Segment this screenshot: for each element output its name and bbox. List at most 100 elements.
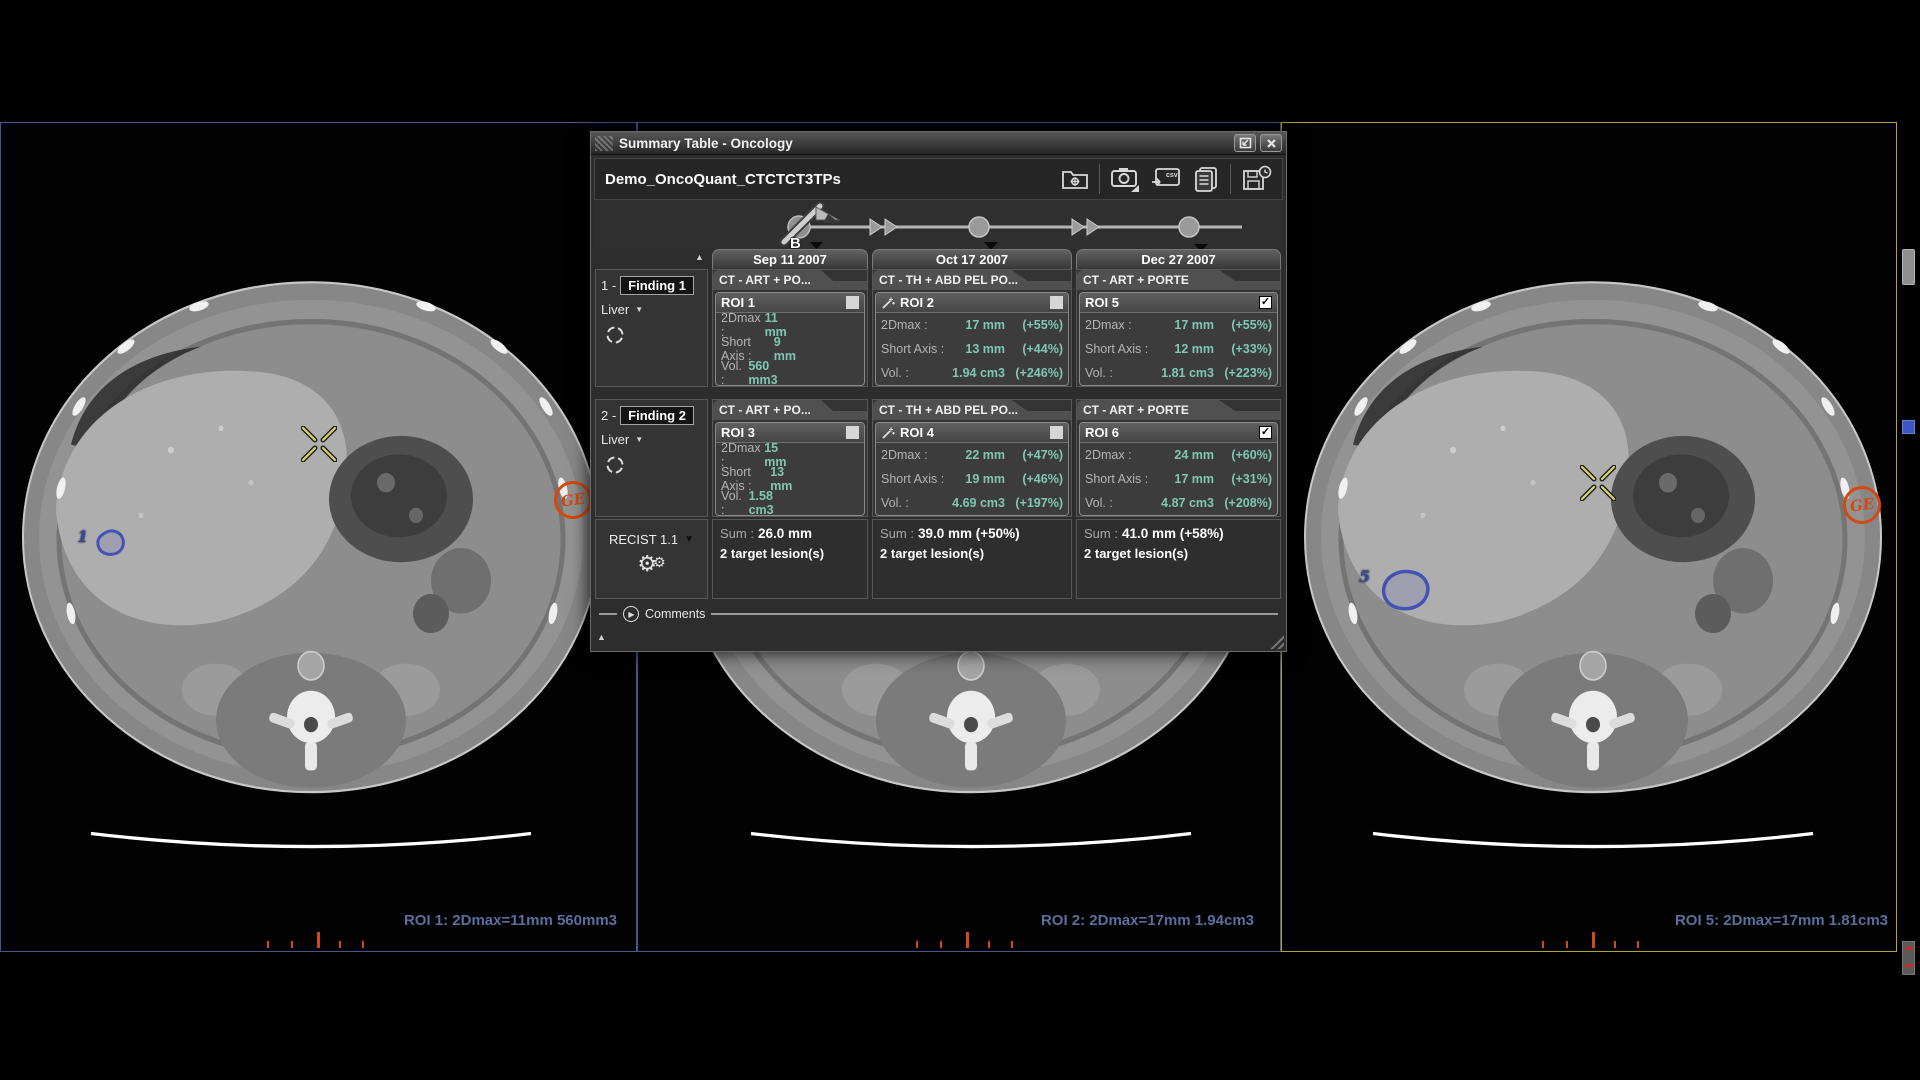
sum-value: 26.0 mm	[758, 526, 812, 541]
export-settings-button[interactable]	[1060, 166, 1090, 192]
timepoint-2-dropdown-arrow[interactable]	[984, 242, 998, 249]
resize-grip[interactable]	[1268, 633, 1284, 649]
check-icon: ✓	[1261, 296, 1270, 308]
camera-icon	[1109, 164, 1141, 194]
roi-cell: CT - ART + PORTE ROI 5 ✓ 2Dmax :17 mm(+5…	[1076, 269, 1281, 387]
viewport-axial-left[interactable]: 1 GE ROI 1: 2Dmax=11mm 560mm3	[0, 122, 637, 952]
roi-checkbox[interactable]	[846, 296, 859, 309]
finding-2-cell[interactable]: 2 - Finding 2 Liver ▼	[595, 399, 708, 517]
exam-timeline[interactable]: B	[594, 201, 1285, 249]
dialog-titlebar[interactable]: Summary Table - Oncology	[591, 132, 1286, 155]
timepoint-node-2[interactable]	[969, 217, 989, 237]
metric-value: 4.87 cm3	[1161, 496, 1214, 510]
metric-value: 1.81 cm3	[1161, 366, 1214, 380]
criteria-dropdown-icon[interactable]: ▼	[684, 534, 694, 545]
metric-value: 1.94 cm3	[952, 366, 1005, 380]
finding-target-icon[interactable]	[605, 455, 625, 475]
viewport-roi-summary: ROI 1: 2Dmax=11mm 560mm3	[404, 912, 617, 929]
series-tab[interactable]: CT - ART + PORTE	[1077, 270, 1280, 290]
scrollbar-marker[interactable]	[1902, 420, 1915, 434]
collapse-dialog-arrow[interactable]: ▲	[597, 632, 606, 642]
roi-checkbox[interactable]	[1050, 426, 1063, 439]
viewport-roi-summary: ROI 2: 2Dmax=17mm 1.94cm3	[1041, 912, 1254, 929]
undock-button[interactable]	[1234, 134, 1256, 152]
baseline-label: B	[790, 235, 801, 249]
timepoint-column-1: Sep 11 2007 CT - ART + PO... ROI 1 2Dmax…	[712, 249, 868, 625]
metric-delta: (+208%)	[1214, 496, 1272, 510]
snapshot-button[interactable]	[1109, 164, 1141, 194]
roi-checkbox[interactable]	[1050, 296, 1063, 309]
timepoint-node-3[interactable]	[1179, 217, 1199, 237]
roi-checkbox-checked[interactable]: ✓	[1259, 426, 1272, 439]
summary-table-dialog: Summary Table - Oncology Demo_OncoQuant_…	[590, 131, 1287, 652]
metric-label: Short Axis :	[881, 342, 944, 356]
metric-value: 17 mm	[1174, 318, 1214, 332]
comments-section: ▶ Comments	[599, 604, 1278, 624]
finding-name-button[interactable]: Finding 1	[620, 276, 694, 295]
crosshair-marker[interactable]	[1580, 465, 1616, 501]
metric-delta: (+60%)	[1214, 448, 1272, 462]
roi-checkbox-checked[interactable]: ✓	[1259, 296, 1272, 309]
finding-index: 2 -	[601, 408, 616, 423]
roi-name: ROI 1	[721, 295, 755, 310]
undock-icon	[1239, 137, 1252, 149]
viewport-axial-right[interactable]: 5 GE ROI 5: 2Dmax=17mm 1.81cm3	[1281, 122, 1897, 952]
organ-dropdown-icon[interactable]: ▼	[635, 435, 643, 444]
lesion-count-text: target lesion(s)	[731, 546, 824, 561]
close-button[interactable]	[1260, 134, 1282, 152]
series-tab[interactable]: CT - ART + PO...	[713, 400, 867, 420]
metric-delta: (+197%)	[1005, 496, 1063, 510]
copy-report-button[interactable]	[1191, 165, 1221, 193]
series-tab[interactable]: CT - ART + PO...	[713, 270, 867, 290]
titlebar-grip[interactable]	[595, 136, 613, 151]
expand-comments-button[interactable]: ▶	[623, 606, 639, 622]
crosshair-marker[interactable]	[301, 426, 337, 462]
metric-value: 4.69 cm3	[952, 496, 1005, 510]
toolbar-separator	[1230, 164, 1231, 194]
roi-contour-5[interactable]: 5	[1375, 567, 1431, 618]
organ-dropdown-icon[interactable]: ▼	[635, 305, 643, 314]
roi-number-label: 5	[1359, 567, 1370, 586]
timepoint-date-tab[interactable]: Dec 27 2007	[1076, 249, 1281, 269]
timepoint-date-tab[interactable]: Oct 17 2007	[872, 249, 1072, 269]
export-csv-button[interactable]: csv	[1150, 166, 1182, 192]
divider	[711, 613, 1278, 615]
dialog-toolbar: csv	[1060, 164, 1272, 194]
play-icon: ▶	[628, 610, 634, 619]
lesion-count: 2	[880, 546, 887, 561]
timepoint-date-tab[interactable]: Sep 11 2007	[712, 249, 868, 269]
toolbar-separator	[1099, 164, 1100, 194]
metric-label: 2Dmax :	[1085, 318, 1132, 332]
metric-label: Vol. :	[881, 366, 909, 380]
series-tab[interactable]: CT - TH + ABD PEL PO...	[873, 270, 1071, 290]
roi-number-label: 1	[77, 527, 88, 546]
save-button[interactable]	[1240, 165, 1272, 193]
metric-label: Vol. :	[881, 496, 909, 510]
finding-1-cell[interactable]: 1 - Finding 1 Liver ▼	[595, 269, 708, 387]
criteria-label: RECIST 1.1	[609, 532, 678, 547]
roi-contour-1[interactable]: 1	[93, 527, 129, 564]
finding-target-icon[interactable]	[605, 325, 625, 345]
metric-label: 2Dmax :	[1085, 448, 1132, 462]
baseline-dropdown-arrow[interactable]	[810, 242, 823, 249]
metric-delta: (+55%)	[1214, 318, 1272, 332]
metric-label: Short Axis :	[1085, 472, 1148, 486]
criteria-cell: RECIST 1.1 ▼ ⚙⚙	[595, 519, 708, 599]
scrollbar-thumb-bottom[interactable]	[1902, 941, 1915, 975]
close-icon	[1266, 138, 1277, 149]
metric-value: 13 mm	[965, 342, 1005, 356]
scrollbar-thumb[interactable]	[1902, 249, 1915, 285]
finding-name-button[interactable]: Finding 2	[620, 406, 694, 425]
svg-text:csv: csv	[1166, 172, 1178, 179]
right-edge-scrollbar	[1898, 122, 1920, 952]
lesion-count: 2	[720, 546, 727, 561]
sum-cell: Sum :26.0 mm 2 target lesion(s)	[712, 519, 868, 599]
criteria-settings-button[interactable]: ⚙⚙	[601, 551, 702, 577]
series-tab[interactable]: CT - ART + PORTE	[1077, 400, 1280, 420]
roi-checkbox[interactable]	[846, 426, 859, 439]
metric-delta: (+47%)	[1005, 448, 1063, 462]
roi-cell: CT - ART + PO... ROI 3 2Dmax :15 mm Shor…	[712, 399, 868, 517]
series-tab[interactable]: CT - TH + ABD PEL PO...	[873, 400, 1071, 420]
metric-delta: (+44%)	[1005, 342, 1063, 356]
lesion-count-text: target lesion(s)	[1095, 546, 1188, 561]
